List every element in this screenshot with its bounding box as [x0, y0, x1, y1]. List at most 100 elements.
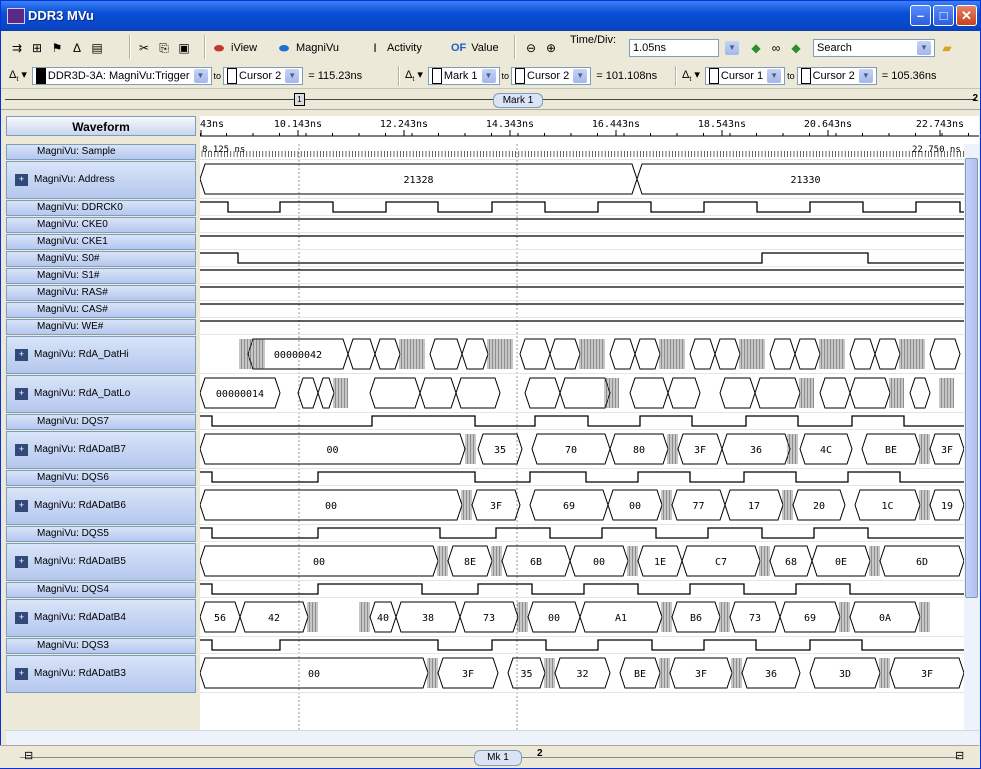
- time-div-dropdown[interactable]: ▼: [721, 31, 739, 64]
- signal-label[interactable]: MagniVu: RAS#: [6, 285, 196, 301]
- measure-3-from[interactable]: Cursor 1 ▼: [704, 67, 786, 85]
- copy-icon[interactable]: ⎘: [156, 40, 172, 56]
- datahi-segment: [794, 338, 821, 370]
- b5-value: 00: [593, 557, 605, 568]
- cut-icon[interactable]: ✂: [136, 40, 152, 56]
- edit-icons: ✂ ⎘ ▣: [136, 31, 196, 64]
- horizontal-scrollbar[interactable]: [6, 730, 979, 745]
- properties-icon[interactable]: ▤: [89, 40, 105, 56]
- signal-label[interactable]: + MagniVu: RdADatB3: [6, 655, 196, 693]
- signal-label[interactable]: MagniVu: S0#: [6, 251, 196, 267]
- b7-value: 3F: [694, 445, 706, 456]
- lock-icon-left[interactable]: ⊟: [24, 749, 33, 762]
- signal-label[interactable]: MagniVu: CAS#: [6, 302, 196, 318]
- paste-icon[interactable]: ▣: [176, 40, 192, 56]
- b4-value: 38: [422, 613, 434, 624]
- datalo-segment: [297, 377, 319, 409]
- expand-icon[interactable]: +: [15, 668, 28, 680]
- zoom-out-icon[interactable]: ⊖: [523, 40, 539, 56]
- signal-label[interactable]: MagniVu: DQS4: [6, 582, 196, 598]
- b3-value: 35: [520, 669, 532, 680]
- measure-3-to[interactable]: Cursor 2 ▼: [796, 67, 877, 85]
- measure-2-from[interactable]: Mark 1 ▼: [427, 67, 500, 85]
- signal-label[interactable]: + MagniVu: RdA_DatLo: [6, 375, 196, 413]
- bottom-ruler[interactable]: ⊟ Mk 1 2 ⊟: [0, 745, 979, 768]
- lock-icon-right[interactable]: ⊟: [955, 749, 964, 762]
- vertical-scroll-thumb[interactable]: [965, 158, 978, 598]
- signal-label[interactable]: MagniVu: CKE0: [6, 217, 196, 233]
- signal-label[interactable]: MagniVu: S1#: [6, 268, 196, 284]
- datahi-segment: [929, 338, 961, 370]
- marker-ruler[interactable]: 1 Mark 1 2: [1, 89, 980, 110]
- signal-label[interactable]: + MagniVu: Address: [6, 161, 196, 199]
- value-button[interactable]: OF Value: [451, 31, 499, 64]
- iview-button[interactable]: ⬬ iView: [211, 31, 257, 64]
- signal-label[interactable]: + MagniVu: RdADatB4: [6, 599, 196, 637]
- delta-time-icon[interactable]: Δt ▾: [682, 68, 700, 83]
- search-forward-icon[interactable]: ◆: [788, 40, 804, 56]
- signal-label[interactable]: + MagniVu: RdA_DatHi: [6, 336, 196, 374]
- expand-icon[interactable]: +: [15, 444, 28, 456]
- waveform-area[interactable]: 8.125 ns 22.750 ns 21328 21330 00000042 00000…: [200, 144, 964, 730]
- search-select[interactable]: Search ▼: [813, 31, 935, 64]
- marker-1-flag[interactable]: 1: [294, 93, 305, 106]
- time-axis-svg: 43ns 10.143ns 12.243ns 14.343ns 16.443ns 18.5…: [199, 119, 979, 137]
- signal-label[interactable]: MagniVu: DQS5: [6, 526, 196, 542]
- minimize-button[interactable]: –: [910, 5, 931, 26]
- mark-1-label[interactable]: Mark 1: [493, 93, 543, 108]
- signal-label[interactable]: MagniVu: Sample: [6, 144, 196, 160]
- vertical-scrollbar[interactable]: [964, 144, 979, 730]
- measure-1-from[interactable]: DDR3D-3A: MagniVu:Trigger ▼: [31, 67, 212, 85]
- bottom-mark-pill[interactable]: Mk 1: [474, 750, 522, 766]
- expand-icon[interactable]: +: [15, 556, 28, 568]
- expand-icon[interactable]: +: [15, 388, 28, 400]
- signal-label[interactable]: MagniVu: WE#: [6, 319, 196, 335]
- expand-icon[interactable]: +: [15, 349, 28, 361]
- signal-label[interactable]: MagniVu: DQS6: [6, 470, 196, 486]
- measure-2-to[interactable]: Cursor 2 ▼: [511, 67, 592, 85]
- signal-label-text: MagniVu: RdADatB3: [34, 668, 126, 679]
- signal-label-text: MagniVu: CKE1: [37, 236, 108, 247]
- close-button[interactable]: ✕: [956, 5, 977, 26]
- signal-label[interactable]: MagniVu: DQS3: [6, 638, 196, 654]
- datahi-segment: [609, 338, 636, 370]
- delta-time-icon[interactable]: Δt ▾: [9, 68, 27, 83]
- b4-value: 69: [804, 613, 816, 624]
- time-tick-label: 12.243ns: [380, 119, 428, 130]
- b4-value: A1: [615, 613, 627, 624]
- b5-value: 8E: [464, 557, 476, 568]
- time-div-select[interactable]: 1.05ns: [629, 31, 719, 64]
- goto-icon[interactable]: ⚑: [49, 40, 65, 56]
- search-back-icon[interactable]: ◆: [748, 40, 764, 56]
- binoculars-icon[interactable]: ∞: [768, 40, 784, 56]
- signal-label[interactable]: + MagniVu: RdADatB7: [6, 431, 196, 469]
- signal-label[interactable]: MagniVu: DQS7: [6, 414, 196, 430]
- activity-button[interactable]: I Activity: [367, 31, 422, 64]
- delta-icon[interactable]: Δ: [69, 40, 85, 56]
- maximize-button[interactable]: □: [933, 5, 954, 26]
- measure-1-to[interactable]: Cursor 2 ▼: [223, 67, 304, 85]
- signal-label-text: MagniVu: RdADatB4: [34, 612, 126, 623]
- measure-2-result: = 101.108ns: [596, 70, 658, 82]
- s0-wave: [200, 252, 964, 264]
- add-waveform-icon[interactable]: ⇉: [9, 40, 25, 56]
- expand-icon[interactable]: +: [15, 500, 28, 512]
- signal-label[interactable]: + MagniVu: RdADatB5: [6, 543, 196, 581]
- delta-time-icon[interactable]: Δt ▾: [405, 68, 423, 83]
- value-icon: OF: [451, 41, 467, 54]
- expand-icon[interactable]: +: [15, 174, 28, 186]
- signal-label[interactable]: MagniVu: CKE1: [6, 234, 196, 250]
- expand-icon[interactable]: +: [15, 612, 28, 624]
- b3-value: 36: [765, 669, 777, 680]
- magnivu-button[interactable]: ⬬ MagniVu: [276, 31, 339, 64]
- add-signal-icon[interactable]: ⊞: [29, 40, 45, 56]
- signal-label[interactable]: MagniVu: DDRCK0: [6, 200, 196, 216]
- measurement-3: Δt ▾ Cursor 1 ▼ to Cursor 2 ▼ = 105.36ns: [682, 64, 937, 88]
- zoom-in-icon[interactable]: ⊕: [543, 40, 559, 56]
- waveform-header[interactable]: Waveform: [6, 116, 196, 136]
- ruler-page: 2: [972, 93, 978, 104]
- folder-icon[interactable]: ▰: [939, 31, 959, 64]
- signal-label[interactable]: + MagniVu: RdADatB6: [6, 487, 196, 525]
- address-value: 21328: [403, 175, 433, 186]
- signal-label-text: MagniVu: RdADatB7: [34, 444, 126, 455]
